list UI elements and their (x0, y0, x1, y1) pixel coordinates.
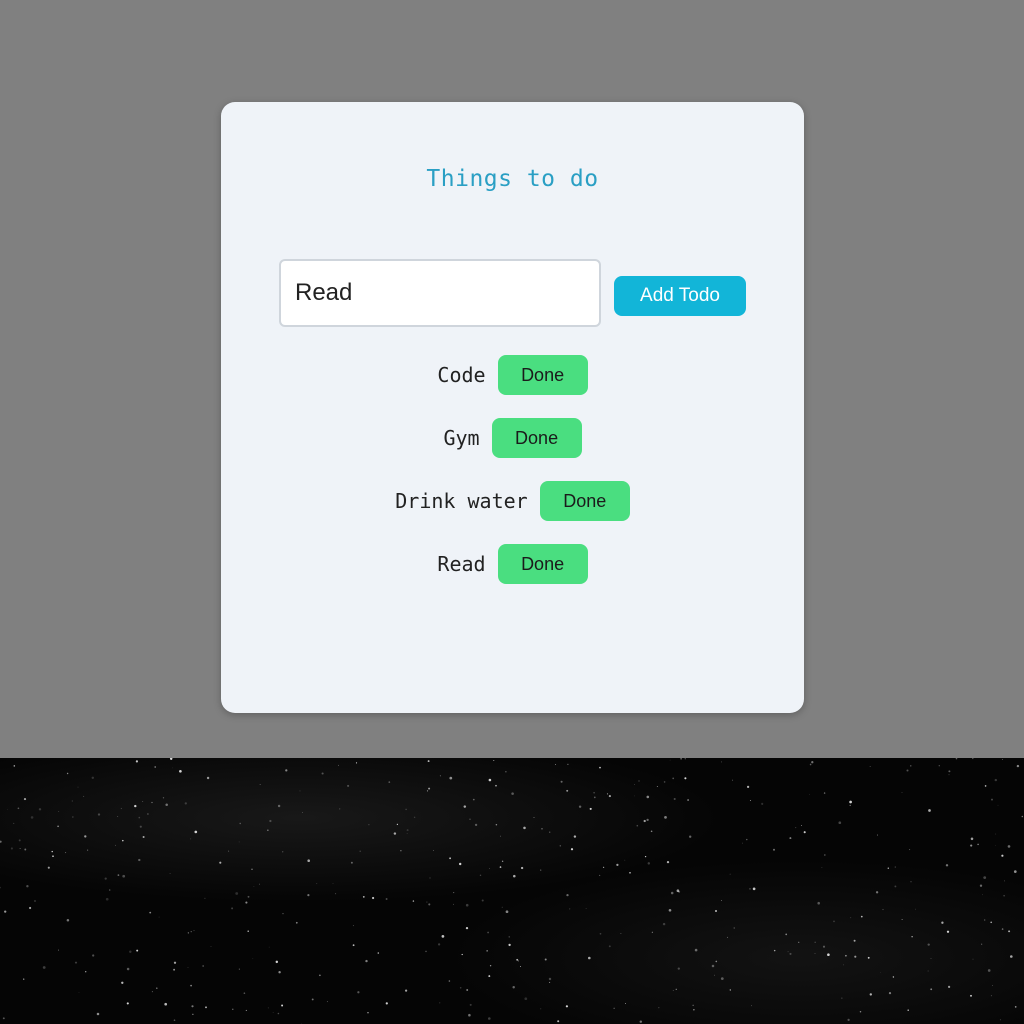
todo-item: Read Done (437, 544, 588, 584)
star-dots (0, 758, 1024, 1024)
page-title: Things to do (426, 166, 599, 192)
todo-card: Things to do Add Todo Code Done Gym Done… (221, 102, 804, 713)
done-button[interactable]: Done (539, 481, 630, 521)
todo-list: Code Done Gym Done Drink water Done Read… (221, 355, 804, 584)
done-button[interactable]: Done (497, 355, 588, 395)
todo-item-text: Code (437, 363, 486, 387)
todo-item-text: Read (437, 552, 486, 576)
done-button[interactable]: Done (491, 418, 582, 458)
todo-item: Code Done (437, 355, 588, 395)
todo-item-text: Drink water (395, 489, 528, 513)
starfield-background (0, 758, 1024, 1024)
todo-item-text: Gym (443, 426, 480, 450)
todo-item: Gym Done (443, 418, 582, 458)
todo-input[interactable] (279, 259, 601, 327)
done-button[interactable]: Done (497, 544, 588, 584)
todo-item: Drink water Done (395, 481, 630, 521)
add-todo-button[interactable]: Add Todo (614, 276, 746, 316)
